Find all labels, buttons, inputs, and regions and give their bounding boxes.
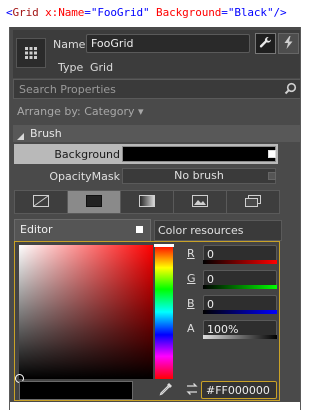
code-attr-background: Background: [149, 6, 222, 19]
tab-color-resources-label: Color resources: [158, 224, 244, 237]
eyedropper-icon[interactable]: [159, 382, 173, 399]
opacitymask-value[interactable]: No brush: [122, 168, 276, 184]
hue-slider[interactable]: [154, 244, 174, 379]
no-brush-button[interactable]: [15, 191, 68, 213]
bottom-edge: [10, 402, 300, 410]
brush-resources-button[interactable]: [227, 191, 279, 213]
saturation-value-picker[interactable]: [15, 245, 153, 383]
type-label: Type: [58, 61, 84, 74]
events-mode-button[interactable]: [278, 33, 299, 54]
code-attr-xname: x:Name: [38, 6, 85, 19]
channel-a: A 100%: [187, 320, 277, 339]
color-preview: [19, 381, 133, 400]
code-close-bracket: />: [273, 6, 287, 19]
left-edge: [0, 27, 10, 410]
collapse-triangle-icon[interactable]: [17, 130, 25, 143]
brush-section-header[interactable]: Brush: [13, 125, 300, 142]
opacitymask-property-row[interactable]: OpacityMask No brush: [14, 166, 278, 186]
channel-r-slider[interactable]: [203, 260, 277, 264]
channel-b-slider[interactable]: [203, 310, 277, 314]
color-tabs: Editor Color resources: [14, 219, 282, 241]
name-field[interactable]: FooGrid: [86, 34, 250, 53]
tab-color-resources[interactable]: Color resources: [154, 220, 282, 241]
code-tag-name: Grid: [12, 6, 39, 19]
channel-g: G 0: [187, 270, 277, 289]
search-properties-box[interactable]: Search Properties: [13, 79, 301, 99]
hue-slider-thumb[interactable]: [154, 244, 174, 247]
arrange-by-dropdown[interactable]: Arrange by: Category ▾: [17, 105, 144, 118]
channel-b: B 0: [187, 295, 277, 314]
property-label-background: Background: [54, 148, 120, 161]
property-label-opacitymask: OpacityMask: [49, 170, 120, 183]
advanced-options-marker[interactable]: [268, 172, 276, 180]
swap-icon[interactable]: [185, 382, 199, 399]
no-brush-icon: [33, 194, 49, 210]
channel-label: R: [187, 247, 195, 260]
channel-label: A: [187, 322, 195, 335]
brush-type-selector: [14, 190, 280, 214]
background-property-row[interactable]: Background: [14, 144, 278, 164]
channel-label: G: [187, 272, 196, 285]
image-brush-icon: [192, 194, 208, 210]
tab-editor-label: Editor: [20, 223, 53, 236]
channel-a-slider[interactable]: [203, 335, 277, 339]
lightning-icon: [283, 35, 294, 52]
channel-g-slider[interactable]: [203, 285, 277, 289]
channel-r: R 0: [187, 245, 277, 264]
type-value: Grid: [90, 61, 114, 74]
code-val-background: "Black": [227, 6, 274, 19]
tile-brush-button[interactable]: [174, 191, 227, 213]
tab-editor[interactable]: Editor: [14, 219, 151, 241]
color-editor: R 0 G 0 B 0 A 100% #FF000000: [14, 241, 280, 401]
search-placeholder: Search Properties: [19, 83, 116, 96]
channel-label: B: [187, 297, 195, 310]
properties-mode-button[interactable]: [255, 33, 276, 54]
wrench-icon: [259, 36, 272, 52]
background-swatch[interactable]: [122, 146, 276, 162]
hex-color-input[interactable]: #FF000000: [201, 381, 277, 399]
gradient-brush-icon: [139, 194, 155, 210]
section-title: Brush: [30, 127, 62, 140]
gradient-brush-button[interactable]: [121, 191, 174, 213]
tab-marker: [136, 226, 143, 233]
brush-resources-icon: [245, 194, 261, 210]
solid-color-brush-button[interactable]: [68, 191, 121, 213]
search-icon[interactable]: [284, 82, 297, 98]
xaml-code-line: <Grid x:Name="FooGrid" Background="Black…: [6, 6, 287, 19]
solid-brush-icon: [86, 194, 102, 210]
grid-element-icon: [16, 38, 46, 68]
name-label: Name: [53, 38, 86, 51]
right-edge: [300, 27, 310, 410]
code-val-xname: "FooGrid": [90, 6, 150, 19]
advanced-options-marker[interactable]: [268, 150, 276, 158]
